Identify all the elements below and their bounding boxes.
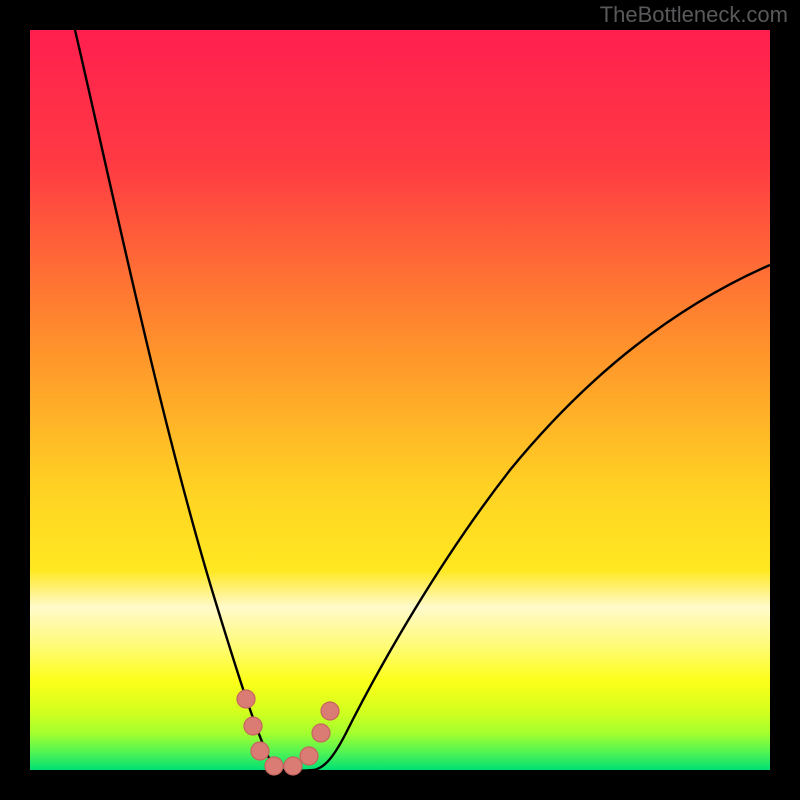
marker-m4 xyxy=(265,757,283,775)
chart-svg xyxy=(0,0,800,800)
marker-m6 xyxy=(300,747,318,765)
marker-m1 xyxy=(237,690,255,708)
marker-m8 xyxy=(321,702,339,720)
marker-m7 xyxy=(312,724,330,742)
chart-stage: TheBottleneck.com xyxy=(0,0,800,800)
marker-m2 xyxy=(244,717,262,735)
marker-m5 xyxy=(284,757,302,775)
watermark-text: TheBottleneck.com xyxy=(600,2,788,28)
plot-area xyxy=(30,30,770,770)
marker-m3 xyxy=(251,742,269,760)
